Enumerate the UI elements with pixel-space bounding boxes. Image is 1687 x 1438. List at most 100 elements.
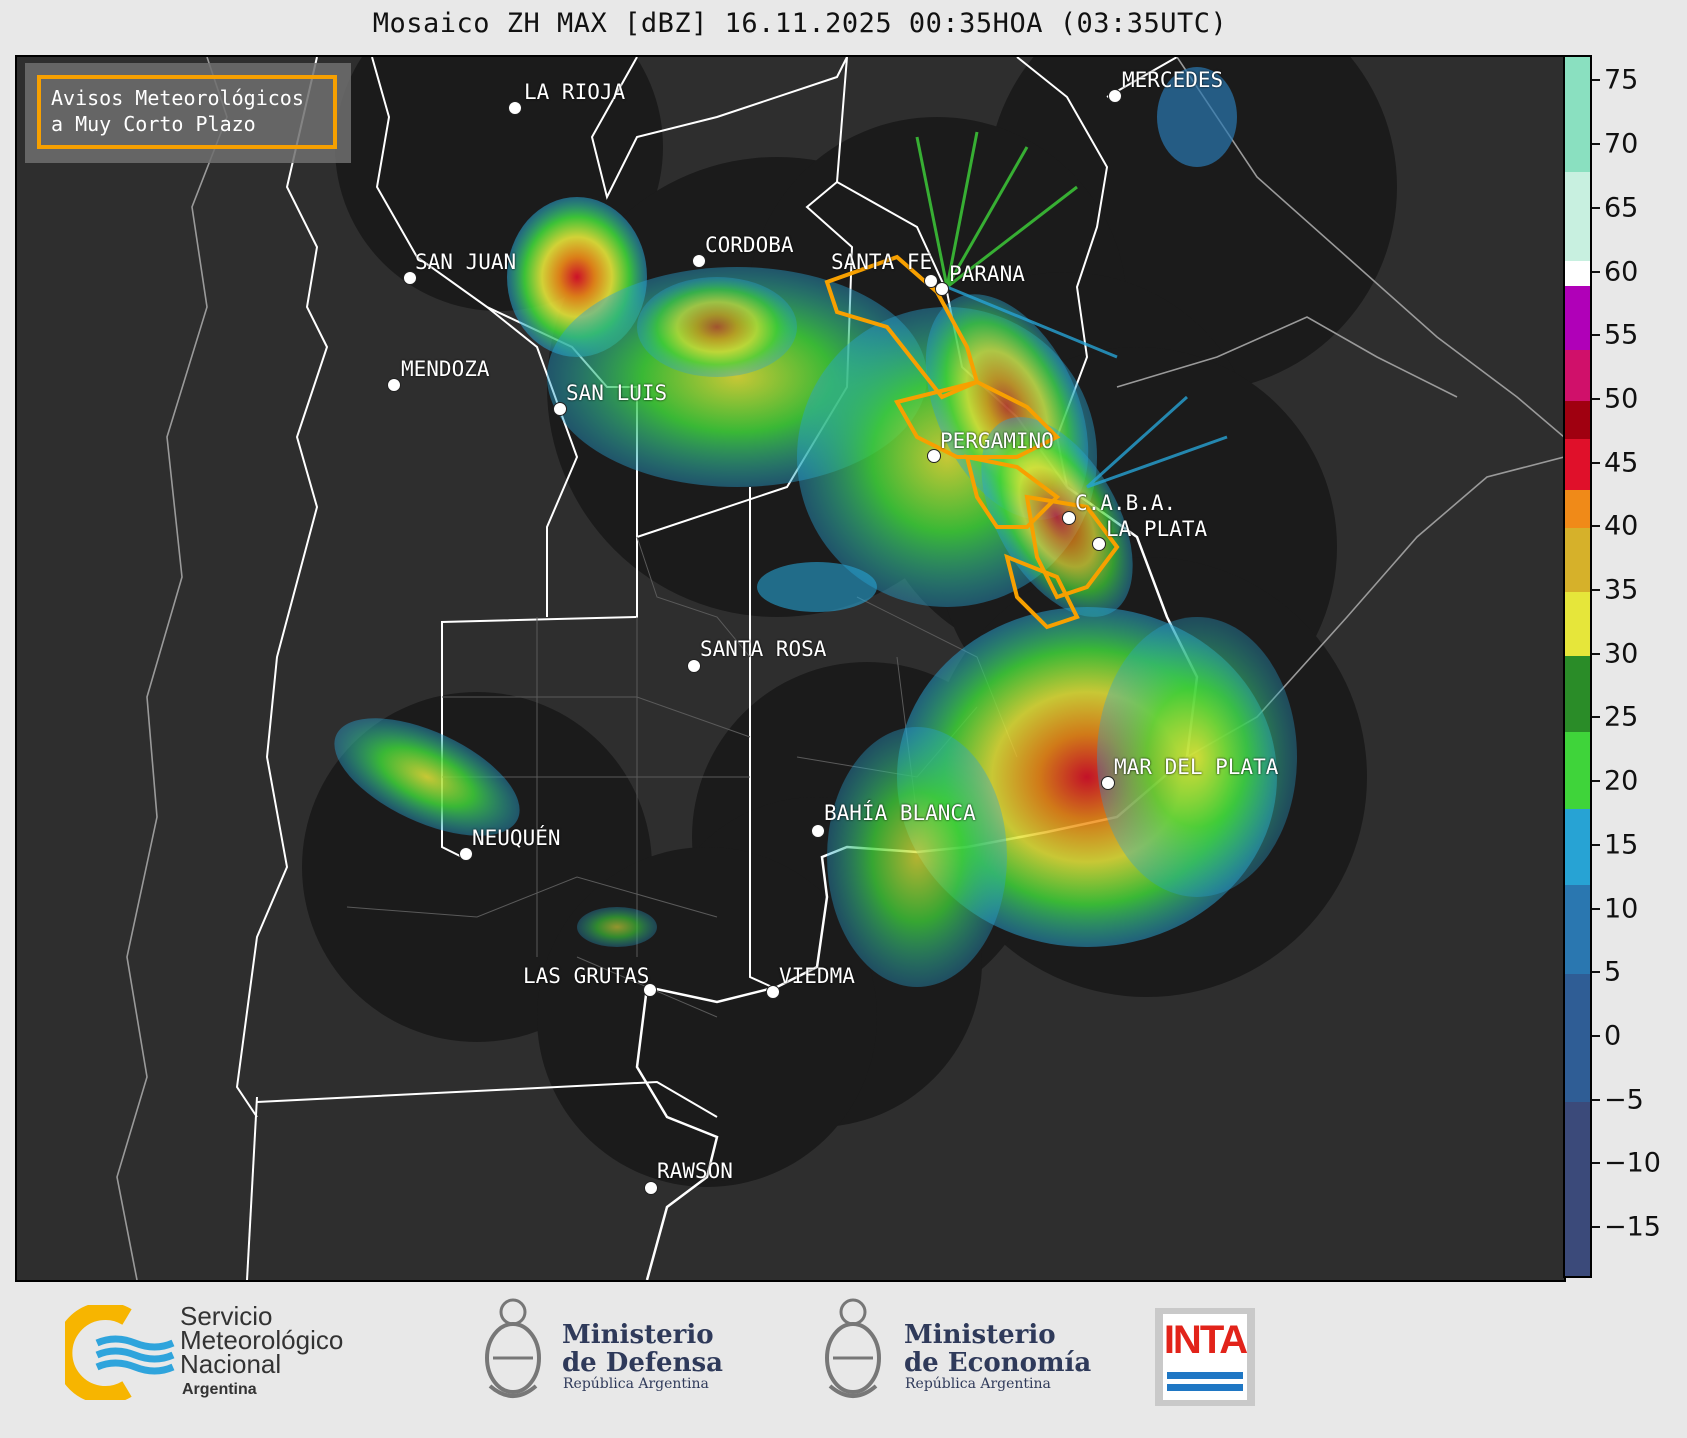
colorbar-tick — [1592, 270, 1600, 273]
colorbar-tick-label: 50 — [1604, 383, 1639, 415]
colorbar-tick — [1592, 843, 1600, 846]
defensa-sub: República Argentina — [563, 1376, 709, 1392]
city-dot-mendoza[interactable] — [387, 378, 401, 392]
colorbar-tick — [1592, 525, 1600, 528]
colorbar-tick — [1592, 79, 1600, 82]
argentina-coat-of-arms-icon — [485, 1298, 541, 1398]
colorbar-tick-label: 65 — [1604, 192, 1639, 224]
city-label-santa-rosa: SANTA ROSA — [700, 637, 827, 661]
inta-stripe — [1167, 1384, 1243, 1391]
city-label-san-juan: SAN JUAN — [415, 250, 517, 274]
colorbar-tick-label: 15 — [1604, 829, 1639, 861]
colorbar-band — [1565, 439, 1590, 491]
defensa-line1: Ministerio — [562, 1320, 714, 1350]
city-label-cordoba: CORDOBA — [705, 233, 794, 257]
colorbar-tick — [1592, 1098, 1600, 1101]
city-dot-san-luis[interactable] — [553, 402, 567, 416]
colorbar-tick — [1592, 1226, 1600, 1229]
city-label-bahia-blanca: BAHÍA BLANCA — [824, 801, 976, 825]
colorbar-band — [1565, 974, 1590, 1102]
warning-legend-line2: a Muy Corto Plazo — [51, 112, 256, 136]
colorbar-tick-label: 70 — [1604, 128, 1639, 160]
city-label-la-plata: LA PLATA — [1106, 517, 1208, 541]
city-dot-pergamino[interactable] — [927, 449, 941, 463]
colorbar-tick-label: −10 — [1604, 1147, 1661, 1179]
city-label-santa-fe: SANTA FE — [831, 250, 933, 274]
colorbar-band — [1565, 400, 1590, 440]
colorbar-tick — [1592, 334, 1600, 337]
city-label-viedma: VIEDMA — [779, 964, 855, 988]
colorbar-band — [1565, 350, 1590, 401]
city-label-parana: PARANA — [949, 262, 1025, 286]
city-dot-la-plata[interactable] — [1092, 537, 1106, 551]
inta-logo-panel: INTA — [1163, 1314, 1248, 1400]
city-label-pergamino: PERGAMINO — [940, 429, 1054, 453]
colorbar-tick — [1592, 461, 1600, 464]
colorbar-band — [1565, 490, 1590, 529]
colorbar-tick-label: −15 — [1604, 1211, 1661, 1243]
city-dot-neuquen[interactable] — [459, 847, 473, 861]
colorbar-band — [1565, 57, 1590, 172]
city-dot-viedma[interactable] — [766, 985, 780, 999]
colorbar-tick-label: 5 — [1604, 956, 1622, 988]
colorbar-tick-label: 10 — [1604, 893, 1639, 925]
city-dot-bahia-blanca[interactable] — [811, 824, 825, 838]
colorbar-tick — [1592, 143, 1600, 146]
warning-legend-frame: Avisos Meteorológicos a Muy Corto Plazo — [37, 75, 337, 149]
city-label-mercedes: MERCEDES — [1122, 68, 1224, 92]
colorbar-band — [1565, 528, 1590, 593]
inta-stripe — [1167, 1372, 1243, 1379]
colorbar-band — [1565, 592, 1590, 656]
city-dot-caba[interactable] — [1062, 511, 1076, 525]
colorbar-band — [1565, 808, 1590, 886]
smn-country: Argentina — [182, 1381, 257, 1398]
city-label-mar-del-plata: MAR DEL PLATA — [1114, 755, 1279, 779]
colorbar-tick-label: 0 — [1604, 1020, 1622, 1052]
colorbar-tick — [1592, 652, 1600, 655]
city-dot-mar-del-plata[interactable] — [1101, 776, 1115, 790]
city-dot-mercedes[interactable] — [1108, 89, 1122, 103]
city-label-las-grutas: LAS GRUTAS — [523, 964, 650, 988]
argentina-coat-of-arms-icon — [825, 1298, 881, 1398]
colorbar-tick-label: 35 — [1604, 574, 1639, 606]
colorbar-band — [1565, 732, 1590, 809]
colorbar-tick — [1592, 206, 1600, 209]
map-title: Mosaico ZH MAX [dBZ] 16.11.2025 00:35HOA… — [372, 8, 1228, 39]
warning-legend: Avisos Meteorológicos a Muy Corto Plazo — [25, 63, 351, 163]
colorbar-tick-label: 55 — [1604, 319, 1639, 351]
colorbar-tick — [1592, 1162, 1600, 1165]
city-label-caba: C.A.B.A. — [1075, 491, 1177, 515]
colorbar-tick — [1592, 716, 1600, 719]
radar-map[interactable]: Avisos Meteorológicos a Muy Corto Plazo … — [15, 55, 1566, 1282]
colorbar-tick-label: 75 — [1604, 64, 1639, 96]
smn-logo-text: Servicio Meteorológico Nacional — [180, 1303, 343, 1379]
inta-logo: INTA — [1155, 1308, 1255, 1406]
city-dot-cordoba[interactable] — [692, 254, 706, 268]
colorbar-band — [1565, 885, 1590, 975]
colorbar-tick — [1592, 1034, 1600, 1037]
economia-title: Ministerio de Economía — [904, 1321, 1091, 1377]
city-label-neuquen: NEUQUÉN — [472, 826, 561, 850]
colorbar-tick — [1592, 780, 1600, 783]
colorbar-band — [1565, 286, 1590, 350]
colorbar-band — [1565, 171, 1590, 261]
defensa-title: Ministerio de Defensa — [562, 1321, 723, 1377]
city-dot-santa-rosa[interactable] — [687, 659, 701, 673]
colorbar-tick-label: 40 — [1604, 510, 1639, 542]
city-label-la-rioja: LA RIOJA — [524, 80, 626, 104]
city-dot-parana[interactable] — [935, 282, 949, 296]
city-label-mendoza: MENDOZA — [401, 357, 490, 381]
city-dot-la-rioja[interactable] — [508, 101, 522, 115]
colorbar-tick-label: −5 — [1604, 1084, 1644, 1116]
smn-line3: Nacional — [180, 1349, 282, 1379]
economia-line2: de Economía — [904, 1348, 1092, 1378]
economia-line1: Ministerio — [904, 1320, 1056, 1350]
colorbar-band — [1565, 1101, 1590, 1276]
city-label-san-luis: SAN LUIS — [566, 381, 668, 405]
economia-sub: República Argentina — [905, 1376, 1051, 1392]
smn-logo-icon — [65, 1305, 175, 1400]
city-dot-rawson[interactable] — [644, 1181, 658, 1195]
colorbar-tick-label: 60 — [1604, 256, 1639, 288]
colorbar-band — [1565, 260, 1590, 287]
colorbar-tick — [1592, 971, 1600, 974]
